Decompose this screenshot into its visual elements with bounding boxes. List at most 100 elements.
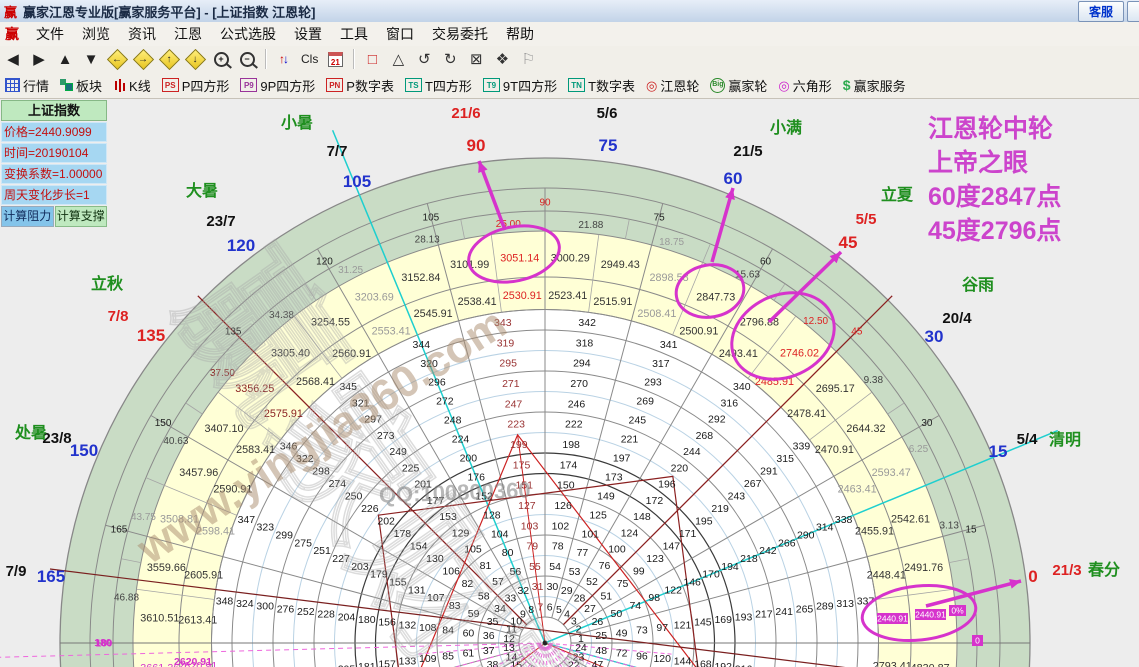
- calc-support-button[interactable]: 计算支撑: [54, 206, 107, 227]
- partial-button[interactable]: [1127, 1, 1139, 22]
- svg-text:124: 124: [621, 527, 639, 539]
- down-triangle-icon[interactable]: ▼: [79, 48, 103, 70]
- view-button-kline[interactable]: K线: [113, 76, 151, 95]
- rotate-ccw-icon[interactable]: ↺: [412, 48, 436, 70]
- menu-item-0[interactable]: 文件: [27, 22, 73, 46]
- svg-text:314: 314: [816, 522, 834, 534]
- svg-text:168: 168: [694, 658, 712, 667]
- p-square-icon: PS: [161, 78, 179, 92]
- date-label: 5/6: [597, 105, 618, 122]
- svg-text:323: 323: [257, 522, 275, 534]
- flag-tool-icon[interactable]: ⚐: [516, 48, 540, 70]
- svg-text:174: 174: [560, 459, 578, 471]
- qq-watermark: QQ:100800360: [379, 477, 531, 507]
- svg-text:123: 123: [646, 553, 664, 565]
- svg-text:338: 338: [835, 514, 853, 526]
- gann-wheel-icon: ◎: [646, 77, 658, 93]
- svg-text:171: 171: [679, 528, 697, 540]
- view-button-winner-wheel[interactable]: Big 赢家轮: [710, 76, 767, 95]
- menu-item-3[interactable]: 江恩: [165, 22, 211, 46]
- view-button-t-square[interactable]: TS T四方形: [404, 76, 472, 95]
- menu-item-8[interactable]: 交易委托: [423, 22, 497, 46]
- svg-text:30: 30: [547, 581, 559, 593]
- app-icon: 赢: [4, 4, 18, 20]
- rotate-cw-icon[interactable]: ↻: [438, 48, 462, 70]
- back-icon[interactable]: ◀: [1, 48, 25, 70]
- svg-text:76: 76: [599, 560, 611, 572]
- svg-text:315: 315: [776, 453, 794, 465]
- view-button-9p-square[interactable]: P9 9P四方形: [240, 76, 315, 95]
- view-button-sectors[interactable]: 板块: [60, 76, 102, 95]
- svg-text:196: 196: [658, 479, 676, 491]
- calc-resistance-button[interactable]: 计算阻力: [1, 206, 54, 227]
- triangle-tool-icon[interactable]: △: [386, 48, 410, 70]
- svg-text:12.50: 12.50: [803, 316, 828, 327]
- zoom-out-icon[interactable]: −: [235, 48, 259, 70]
- pan-left-icon[interactable]: ←: [105, 48, 129, 70]
- cls-button[interactable]: Cls: [298, 48, 321, 70]
- menu-item-2[interactable]: 资讯: [119, 22, 165, 46]
- panel-row-0: 价格=2440.9099: [1, 122, 107, 142]
- date-label: 5/5: [856, 211, 877, 228]
- svg-text:120: 120: [316, 257, 333, 268]
- up-triangle-icon[interactable]: ▲: [53, 48, 77, 70]
- menu-item-5[interactable]: 设置: [285, 22, 331, 46]
- svg-text:270: 270: [570, 378, 588, 390]
- angle-label: 135: [137, 326, 165, 345]
- zoom-in-icon[interactable]: +: [209, 48, 233, 70]
- svg-text:2605.91: 2605.91: [184, 570, 223, 582]
- svg-text:193: 193: [735, 611, 753, 623]
- svg-text:224: 224: [452, 434, 470, 446]
- svg-text:49: 49: [616, 627, 628, 639]
- svg-text:2793.41: 2793.41: [873, 660, 912, 667]
- angle-label: 30: [925, 327, 944, 346]
- svg-text:2440.91: 2440.91: [877, 614, 908, 624]
- view-button-9t-square[interactable]: T9 9T四方形: [482, 76, 557, 95]
- view-button-winner-service[interactable]: $ 赢家服务: [843, 76, 906, 95]
- view-button-gann-wheel[interactable]: ◎ 江恩轮: [646, 76, 699, 95]
- calendar-icon[interactable]: 21: [323, 48, 347, 70]
- angle-label: 15: [989, 442, 1008, 461]
- pan-right-icon[interactable]: →: [131, 48, 155, 70]
- view-button-quotes[interactable]: 行情: [5, 76, 49, 95]
- view-button-t-table[interactable]: TN T数字表: [568, 76, 635, 95]
- solar-term-label: 清明: [1049, 431, 1081, 449]
- angle-label: 90: [467, 136, 486, 155]
- pan-up-icon[interactable]: ↑: [157, 48, 181, 70]
- svg-text:165: 165: [111, 524, 128, 535]
- svg-text:3.13: 3.13: [939, 521, 959, 532]
- svg-text:2448.41: 2448.41: [867, 570, 906, 582]
- xbox-tool-icon[interactable]: ⊠: [464, 48, 488, 70]
- date-label: 7/9: [6, 563, 27, 580]
- svg-text:299: 299: [275, 529, 293, 541]
- service-button[interactable]: 客服: [1077, 1, 1124, 22]
- svg-text:3152.84: 3152.84: [401, 272, 440, 284]
- svg-text:271: 271: [502, 378, 520, 390]
- winner-service-icon: $: [842, 77, 851, 93]
- svg-text:122: 122: [664, 584, 682, 596]
- updown-icon[interactable]: ↑ ↓: [272, 48, 296, 70]
- svg-text:340: 340: [733, 381, 751, 393]
- view-button-p-square[interactable]: PS P四方形: [161, 76, 229, 95]
- angle-label: 150: [70, 441, 98, 460]
- svg-text:318: 318: [576, 337, 594, 349]
- square-tool-icon[interactable]: □: [360, 48, 384, 70]
- menu-item-7[interactable]: 窗口: [377, 22, 423, 46]
- menu-item-4[interactable]: 公式选股: [211, 22, 285, 46]
- menu-item-6[interactable]: 工具: [331, 22, 377, 46]
- svg-text:105: 105: [423, 213, 440, 224]
- svg-text:313: 313: [836, 598, 854, 610]
- t-table-icon: TN: [568, 78, 586, 92]
- pan-down-icon[interactable]: ↓: [183, 48, 207, 70]
- forward-icon[interactable]: ▶: [27, 48, 51, 70]
- svg-text:292: 292: [708, 414, 726, 426]
- menu-item-1[interactable]: 浏览: [73, 22, 119, 46]
- menu-item-9[interactable]: 帮助: [497, 22, 543, 46]
- view-button-hexagon[interactable]: ◎ 六角形: [778, 76, 831, 95]
- svg-text:2530.91: 2530.91: [503, 290, 542, 302]
- solar-term-label: 小满: [770, 119, 802, 137]
- svg-text:51: 51: [600, 590, 612, 602]
- date-label: 7/7: [327, 143, 348, 160]
- view-button-p-table[interactable]: PN P数字表: [326, 76, 394, 95]
- expand-tool-icon[interactable]: ❖: [490, 48, 514, 70]
